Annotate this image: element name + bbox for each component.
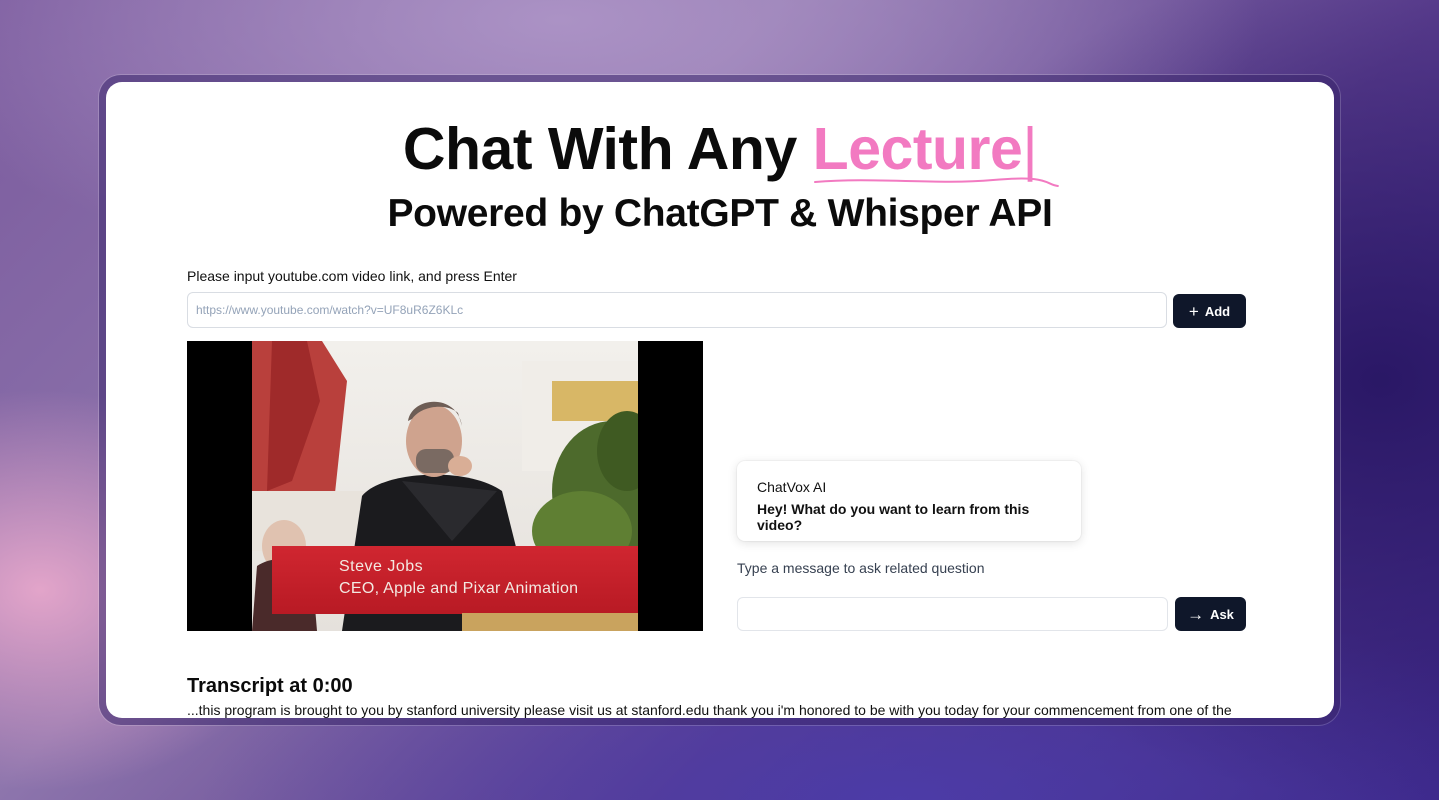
add-button[interactable]: + Add [1173,294,1246,328]
ask-question-input[interactable] [737,597,1168,631]
plus-icon: + [1188,301,1199,321]
add-button-label: Add [1204,303,1231,319]
youtube-url-input[interactable] [187,292,1167,328]
ask-input-label: Type a message to ask related question [737,560,985,576]
transcript-text: ...this program is brought to you by sta… [187,702,1232,718]
url-input-label: Please input youtube.com video link, and… [187,268,517,284]
caption-name: Steve Jobs [339,558,424,575]
transcript-title: Transcript at 0:00 [187,675,353,697]
ask-button-label: Ask [1210,606,1234,622]
hero-subtitle: Powered by ChatGPT & Whisper API [387,192,1053,235]
chat-sender-name: ChatVox AI [757,479,827,495]
hero-title-prefix: Chat With Any [402,116,813,182]
ask-button[interactable]: → Ask [1175,597,1246,631]
chat-message-card: ChatVox AI Hey! What do you want to lear… [737,461,1081,541]
chat-message-text: Hey! What do you want to learn from this… [757,501,1030,533]
scribble-underline-icon [813,177,1059,187]
video-player[interactable]: Steve Jobs CEO, Apple and Pixar Animatio… [187,341,703,631]
app-window: Chat With Any Lecture| Powered by ChatGP… [106,82,1334,718]
caption-role: CEO, Apple and Pixar Animation [339,580,579,597]
hero-title: Chat With Any Lecture| [106,115,1334,187]
hero-title-accent: Lecture| [813,115,1059,187]
arrow-right-icon: → [1187,604,1205,624]
